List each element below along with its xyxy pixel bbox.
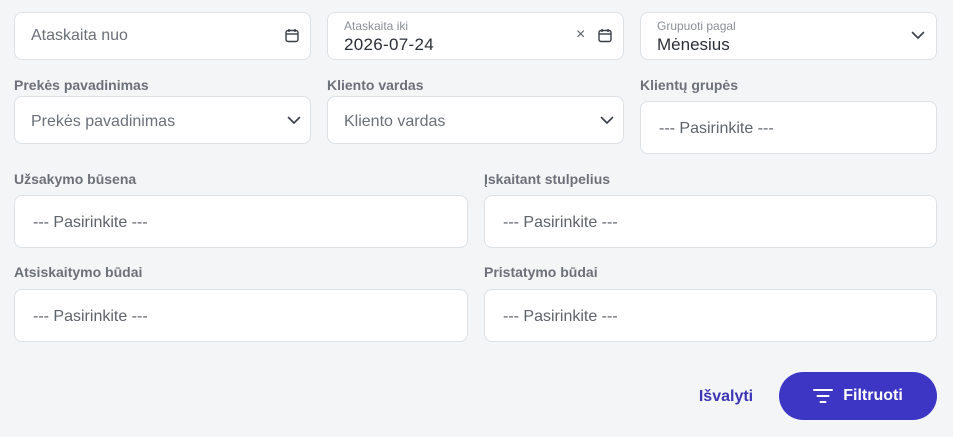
client-name-select[interactable]: Kliento vardas — [327, 96, 624, 144]
chevron-down-icon — [600, 116, 614, 124]
payment-methods-placeholder: --- Pasirinkite --- — [33, 308, 148, 325]
date-to-value: 2026-07-24 — [344, 35, 434, 54]
filter-button[interactable]: Filtruoti — [779, 372, 937, 420]
product-name-placeholder: Prekės pavadinimas — [31, 113, 176, 130]
payment-methods-label: Atsiskaitymo būdai — [14, 264, 143, 280]
product-name-label: Prekės pavadinimas — [14, 77, 149, 93]
delivery-methods-placeholder: --- Pasirinkite --- — [503, 308, 618, 325]
client-name-label: Kliento vardas — [327, 77, 424, 93]
client-groups-label: Klientų grupės — [640, 77, 739, 93]
calendar-icon[interactable] — [285, 28, 299, 43]
close-icon[interactable]: × — [576, 26, 585, 44]
chevron-down-icon — [287, 116, 301, 124]
chevron-down-icon — [911, 31, 925, 39]
clear-button[interactable]: Išvalyti — [689, 382, 763, 412]
group-by-value: Mėnesius — [657, 35, 730, 54]
client-groups-select[interactable]: --- Pasirinkite --- — [640, 101, 937, 154]
columns-select[interactable]: --- Pasirinkite --- — [484, 195, 937, 248]
client-groups-placeholder: --- Pasirinkite --- — [659, 120, 774, 137]
client-name-placeholder: Kliento vardas — [344, 113, 446, 130]
order-status-select[interactable]: --- Pasirinkite --- — [14, 195, 468, 248]
payment-methods-select[interactable]: --- Pasirinkite --- — [14, 289, 468, 342]
group-by-select[interactable]: Grupuoti pagal Mėnesius — [640, 12, 937, 60]
columns-placeholder: --- Pasirinkite --- — [503, 214, 618, 231]
order-status-placeholder: --- Pasirinkite --- — [33, 214, 148, 231]
delivery-methods-select[interactable]: --- Pasirinkite --- — [484, 289, 937, 342]
date-from-placeholder: Ataskaita nuo — [31, 27, 128, 44]
date-to-field[interactable]: Ataskaita iki 2026-07-24 × — [327, 12, 624, 60]
group-by-label: Grupuoti pagal — [657, 19, 736, 33]
filter-button-label: Filtruoti — [843, 387, 903, 404]
filter-icon — [813, 389, 834, 403]
order-status-label: Užsakymo būsena — [14, 171, 137, 187]
calendar-icon[interactable] — [598, 28, 612, 43]
columns-label: Įskaitant stulpelius — [484, 171, 611, 187]
delivery-methods-label: Pristatymo būdai — [484, 264, 598, 280]
product-name-select[interactable]: Prekės pavadinimas — [14, 96, 311, 144]
date-to-label: Ataskaita iki — [344, 19, 409, 33]
date-from-field[interactable]: Ataskaita nuo — [14, 12, 311, 60]
